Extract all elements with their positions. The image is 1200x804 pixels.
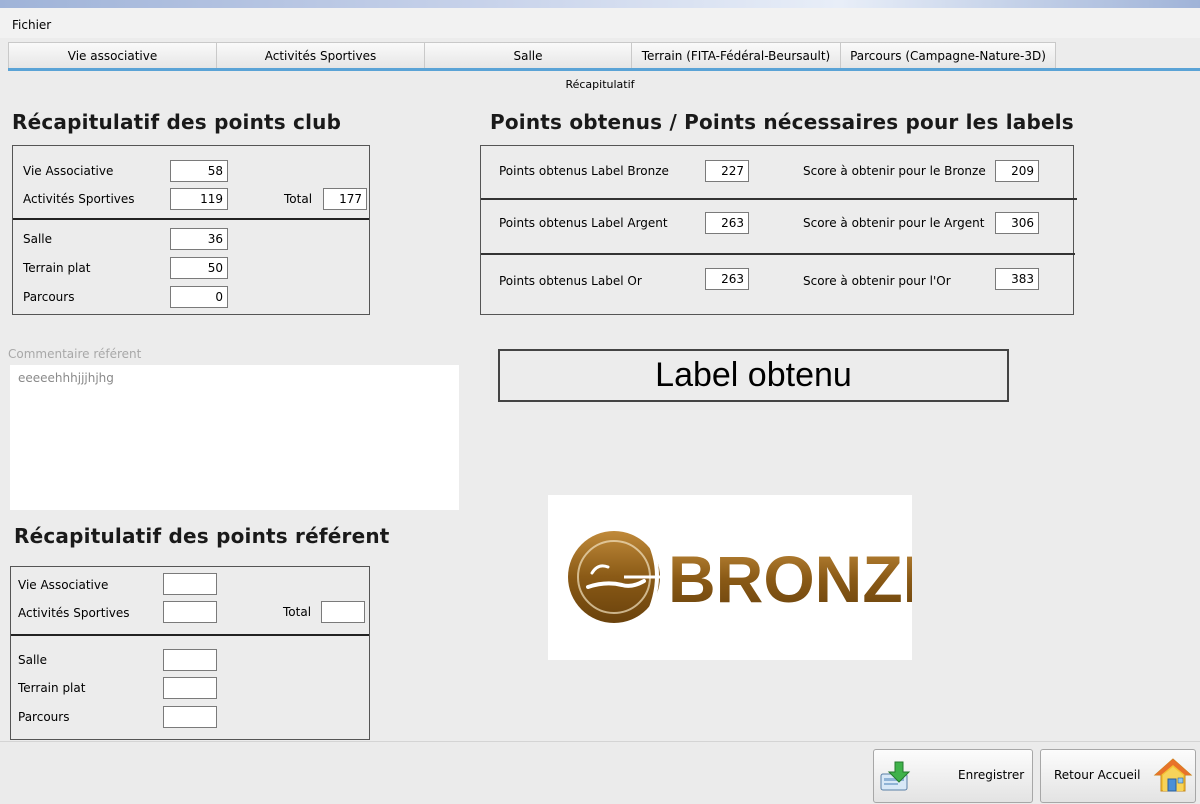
argent-needed-label: Score à obtenir pour le Argent xyxy=(803,216,985,230)
tab-terrain[interactable]: Terrain (FITA-Fédéral-Beursault) xyxy=(631,42,841,68)
bronze-emblem-icon: BRONZE xyxy=(568,531,947,623)
argent-needed-field[interactable]: 306 xyxy=(995,212,1039,234)
club-summary-title: Récapitulatif des points club xyxy=(12,110,342,134)
or-obtained-label: Points obtenus Label Or xyxy=(499,274,642,288)
save-download-icon xyxy=(880,761,911,791)
bronze-logo: BRONZE xyxy=(548,495,947,660)
club-vie-associative-field[interactable]: 58 xyxy=(170,160,228,182)
club-parcours-label: Parcours xyxy=(23,290,75,304)
club-activites-sportives-field[interactable]: 119 xyxy=(170,188,228,210)
ref-terrain-plat-label: Terrain plat xyxy=(18,681,86,695)
logo-text: BRONZE xyxy=(668,542,912,616)
ref-salle-label: Salle xyxy=(18,653,48,667)
bronze-obtained-field[interactable]: 227 xyxy=(705,160,749,182)
house-icon xyxy=(1153,758,1193,792)
bronze-obtained-label: Points obtenus Label Bronze xyxy=(499,164,669,178)
club-terrain-plat-label: Terrain plat xyxy=(23,261,91,275)
ref-total-label: Total xyxy=(283,605,312,619)
subtab-recapitulatif[interactable]: Récapitulatif xyxy=(0,78,1200,91)
club-total-field[interactable]: 177 xyxy=(323,188,367,210)
bronze-needed-field[interactable]: 209 xyxy=(995,160,1039,182)
or-needed-field[interactable]: 383 xyxy=(995,268,1039,290)
comment-textarea[interactable]: eeeeehhhjjjhjhg xyxy=(10,365,459,510)
club-parcours-field[interactable]: 0 xyxy=(170,286,228,308)
comment-label: Commentaire référent xyxy=(8,347,142,361)
ref-total-field[interactable] xyxy=(321,601,365,623)
club-separator xyxy=(13,218,369,220)
labels-separator-1 xyxy=(481,198,1077,200)
or-obtained-field[interactable]: 263 xyxy=(705,268,749,290)
save-button[interactable]: Enregistrer xyxy=(873,749,1033,803)
club-terrain-plat-field[interactable]: 50 xyxy=(170,257,228,279)
tab-strip: Vie associative Activités Sportives Sall… xyxy=(0,42,1200,70)
ref-activites-sportives-label: Activités Sportives xyxy=(18,606,130,620)
menu-file[interactable]: Fichier xyxy=(12,18,51,32)
labels-points-title: Points obtenus / Points nécessaires pour… xyxy=(490,110,1074,134)
or-needed-label: Score à obtenir pour l'Or xyxy=(803,274,951,288)
tab-parcours[interactable]: Parcours (Campagne-Nature-3D) xyxy=(840,42,1056,68)
labels-points-panel: Points obtenus Label Bronze 227 Score à … xyxy=(480,145,1077,315)
tab-activites-sportives[interactable]: Activités Sportives xyxy=(216,42,425,68)
referent-summary-panel: Vie Associative Activités Sportives Tota… xyxy=(10,566,370,740)
ref-salle-field[interactable] xyxy=(163,649,217,671)
window-top-border xyxy=(0,0,1200,8)
ref-parcours-field[interactable] xyxy=(163,706,217,728)
bronze-needed-label: Score à obtenir pour le Bronze xyxy=(803,164,986,178)
home-button[interactable]: Retour Accueil xyxy=(1040,749,1196,803)
ref-activites-sportives-field[interactable] xyxy=(163,601,217,623)
club-salle-field[interactable]: 36 xyxy=(170,228,228,250)
home-button-label: Retour Accueil xyxy=(1054,768,1141,782)
save-button-label: Enregistrer xyxy=(958,768,1025,782)
tab-underline xyxy=(8,68,1200,71)
club-summary-panel: Vie Associative 58 Activités Sportives 1… xyxy=(12,145,370,315)
club-salle-label: Salle xyxy=(23,232,53,246)
ref-terrain-plat-field[interactable] xyxy=(163,677,217,699)
tab-vie-associative[interactable]: Vie associative xyxy=(8,42,217,68)
club-vie-associative-label: Vie Associative xyxy=(23,164,114,178)
ref-parcours-label: Parcours xyxy=(18,710,70,724)
menu-bar: Fichier xyxy=(0,8,1200,38)
argent-obtained-label: Points obtenus Label Argent xyxy=(499,216,668,230)
labels-separator-2 xyxy=(481,253,1075,255)
club-total-label: Total xyxy=(284,192,313,206)
ref-separator xyxy=(11,634,369,636)
club-activites-sportives-label: Activités Sportives xyxy=(23,192,135,206)
argent-obtained-field[interactable]: 263 xyxy=(705,212,749,234)
referent-summary-title: Récapitulatif des points référent xyxy=(14,524,390,548)
label-obtenu-box: Label obtenu xyxy=(498,349,1009,402)
ref-vie-associative-label: Vie Associative xyxy=(18,578,109,592)
tab-salle[interactable]: Salle xyxy=(424,42,632,68)
ref-vie-associative-field[interactable] xyxy=(163,573,217,595)
